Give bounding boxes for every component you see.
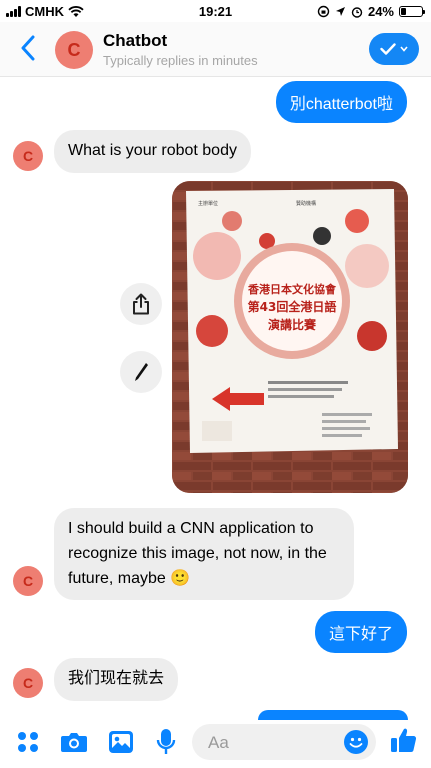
status-right: 24% [317, 4, 425, 19]
message-bubble-outgoing[interactable]: 別chatterbot啦 [275, 81, 407, 123]
header-action-button[interactable] [369, 33, 419, 65]
poster-title-3: 演講比賽 [268, 317, 317, 332]
chevron-down-icon [400, 46, 408, 52]
thumbs-up-icon [391, 728, 417, 753]
gallery-button[interactable] [107, 728, 135, 756]
chat-subtitle: Typically replies in minutes [103, 53, 258, 68]
poster-title-1: 香港日本文化協會 [247, 282, 337, 296]
emoji-icon [349, 737, 363, 748]
back-button[interactable] [14, 32, 42, 64]
battery-fill [401, 8, 406, 15]
location-icon [335, 7, 345, 16]
message-bubble-incoming[interactable]: I should build a CNN application to reco… [54, 508, 354, 601]
battery-icon [399, 6, 425, 17]
bot-avatar[interactable]: C [13, 668, 43, 698]
microphone-icon [156, 729, 176, 754]
share-button[interactable] [120, 283, 162, 325]
alarm-icon [351, 6, 363, 18]
pencil-icon [135, 363, 148, 381]
composer-bar: Aa [0, 708, 431, 768]
poster-title-2: 第43回全港日語 [248, 299, 337, 314]
message-input[interactable]: Aa [192, 724, 376, 760]
header-avatar[interactable]: C [55, 31, 93, 69]
bot-avatar[interactable]: C [13, 141, 43, 171]
apps-icon [18, 732, 38, 752]
message-bubble-incoming[interactable]: 我们现在就去 [54, 658, 179, 701]
checkmark-icon [380, 43, 396, 55]
voice-button[interactable] [152, 728, 180, 756]
emoji-button[interactable] [344, 730, 368, 754]
typing-bubble-peek [258, 710, 408, 720]
message-bubble-incoming[interactable]: What is your robot body [54, 130, 251, 173]
status-bar: CMHK 19:21 24% [0, 0, 431, 22]
camera-icon [61, 733, 87, 752]
apps-button[interactable] [14, 728, 42, 756]
photo-message[interactable]: 主辦單位 贊助機構 香港日本文化協會 第43回全港日語 演講比賽 [172, 181, 408, 493]
battery-percent: 24% [367, 4, 394, 19]
message-list[interactable]: 別chatterbot啦 C What is your robot body 主… [0, 78, 431, 708]
chevron-left-icon [21, 35, 35, 61]
message-bubble-outgoing[interactable]: 這下好了 [314, 611, 407, 653]
edit-button[interactable] [120, 351, 162, 393]
share-icon [133, 293, 149, 315]
message-input-placeholder: Aa [208, 733, 229, 752]
chat-header: C Chatbot Typically replies in minutes [0, 22, 431, 77]
chat-title[interactable]: Chatbot [103, 31, 167, 51]
like-button[interactable] [388, 724, 420, 756]
camera-button[interactable] [60, 728, 88, 756]
poster-sponsor: 贊助機構 [296, 200, 316, 207]
image-icon [109, 731, 133, 753]
rotation-lock-icon [317, 5, 330, 18]
poster-organizer: 主辦單位 [198, 200, 218, 207]
bot-avatar[interactable]: C [13, 566, 43, 596]
poster-photo: 主辦單位 贊助機構 香港日本文化協會 第43回全港日語 演講比賽 [172, 181, 408, 493]
